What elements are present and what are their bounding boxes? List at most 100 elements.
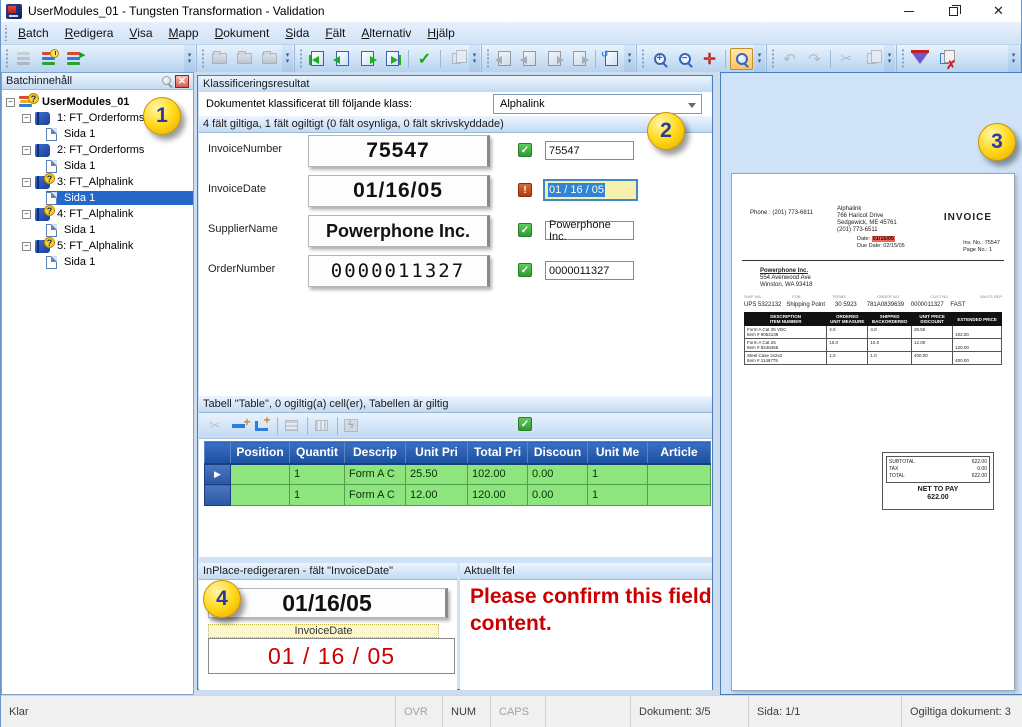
toolbar-options-chevron[interactable]: ▾▾ <box>754 45 765 72</box>
tree-row-document[interactable]: − ? 5: FT_Alphalink <box>2 238 193 254</box>
column-header-unitmeasure[interactable]: Unit Me <box>588 442 648 464</box>
undo-icon[interactable]: ↶ <box>778 48 801 70</box>
tree-row-document[interactable]: − ? 3: FT_Alphalink <box>2 174 193 190</box>
toolbar-options-chevron[interactable]: ▾▾ <box>1008 45 1019 72</box>
zoom-selection-icon[interactable] <box>730 48 753 70</box>
valid-icon: ✓ <box>518 223 532 237</box>
toolbar-options-chevron[interactable]: ▾▾ <box>624 45 635 72</box>
menu-redigera[interactable]: Redigera <box>57 23 122 43</box>
table-row[interactable]: 1 Form A C 12.00 120.00 0.00 1 <box>205 485 711 506</box>
batch-close-icon[interactable]: ▸ <box>62 48 85 70</box>
divider <box>742 260 1004 261</box>
tree-row-page[interactable]: Sida 1 <box>2 158 193 174</box>
split-document-icon[interactable] <box>445 48 468 70</box>
menu-dokument[interactable]: Dokument <box>207 23 278 43</box>
previous-document-icon[interactable] <box>331 48 354 70</box>
rotate-page-icon[interactable]: ↺ <box>600 48 623 70</box>
column-header-position[interactable]: Position <box>231 442 290 464</box>
redo-icon[interactable]: ↷ <box>803 48 826 70</box>
field-snippet-invoicedate: 01/16/05 <box>308 175 490 207</box>
column-header-quantity[interactable]: Quantit <box>290 442 345 464</box>
validate-document-icon[interactable]: ✓ <box>413 48 436 70</box>
field-input-invoicenumber[interactable]: 75547 <box>545 141 634 160</box>
tree-row-document[interactable]: − ? 4: FT_Alphalink <box>2 206 193 222</box>
first-document-icon[interactable] <box>306 48 329 70</box>
insert-column-icon[interactable] <box>251 417 271 435</box>
menu-batch[interactable]: Batch <box>10 23 57 43</box>
panel-close-icon[interactable]: ✕ <box>175 75 189 88</box>
minimize-button[interactable] <box>886 0 931 22</box>
inplace-value-input[interactable]: 01 / 16 / 05 <box>208 638 455 674</box>
fields-summary-bar: 4 fält giltiga, 1 fält ogiltigt (0 fält … <box>199 116 712 133</box>
restore-button[interactable] <box>931 0 976 22</box>
copy-icon[interactable] <box>860 48 883 70</box>
menu-alternativ[interactable]: Alternativ <box>353 23 419 43</box>
collapse-icon[interactable]: − <box>22 242 31 251</box>
table-row[interactable]: ▶ 1 Form A C 25.50 102.00 0.00 1 <box>205 464 711 485</box>
collapse-icon[interactable]: − <box>22 114 31 123</box>
insert-row-icon[interactable] <box>228 417 248 435</box>
column-header-unitprice[interactable]: Unit Pri <box>406 442 468 464</box>
menu-mapp[interactable]: Mapp <box>161 23 207 43</box>
folder-prev-icon[interactable] <box>208 48 231 70</box>
cut-icon[interactable]: ✂ <box>835 48 858 70</box>
reject-document-icon[interactable]: ✗ <box>933 48 956 70</box>
toolbar-options-chevron[interactable]: ▾▾ <box>184 45 195 72</box>
collapse-icon[interactable]: − <box>22 146 31 155</box>
field-snippet-invoicenumber: 75547 <box>308 135 490 167</box>
column-header-article[interactable]: Article <box>648 442 711 464</box>
toolbar-options-chevron[interactable]: ▾▾ <box>282 45 293 72</box>
tree-row-page[interactable]: Sida 1 <box>2 254 193 270</box>
merge-columns-icon[interactable] <box>311 417 331 435</box>
document-viewer-panel[interactable]: Phone : (201) 773-6811 Alphalink 766 Har… <box>720 72 1022 695</box>
column-header-totalprice[interactable]: Total Pri <box>468 442 528 464</box>
batch-suspend-icon[interactable] <box>37 48 60 70</box>
valid-icon: ✓ <box>518 143 532 157</box>
next-page-icon[interactable] <box>543 48 566 70</box>
tree-row-page[interactable]: Sida 1 <box>2 222 193 238</box>
tree-row-document[interactable]: − 2: FT_Orderforms <box>2 142 193 158</box>
last-page-icon[interactable] <box>568 48 591 70</box>
previous-page-icon[interactable] <box>518 48 541 70</box>
first-page-icon[interactable] <box>493 48 516 70</box>
last-document-icon[interactable] <box>381 48 404 70</box>
zoom-out-icon[interactable]: − <box>673 48 696 70</box>
row-selector[interactable] <box>205 485 231 506</box>
delete-row-icon[interactable]: ✂ <box>205 417 225 435</box>
batch-open-icon[interactable] <box>12 48 35 70</box>
table-header-row: Position Quantit Descrip Unit Pri Total … <box>205 442 711 464</box>
fit-page-icon[interactable]: ✛ <box>698 48 721 70</box>
collapse-icon[interactable]: − <box>6 98 15 107</box>
menu-sida[interactable]: Sida <box>277 23 317 43</box>
annotation-badge-1: 1 <box>143 97 181 135</box>
zoom-in-icon[interactable]: + <box>648 48 671 70</box>
toolbar-options-chevron[interactable]: ▾▾ <box>469 45 480 72</box>
row-selector-current[interactable]: ▶ <box>205 464 231 485</box>
field-snippet-ordernumber: 0000011327 <box>308 255 490 287</box>
tree-row-page-selected[interactable]: Sida 1 <box>2 190 193 206</box>
menu-hjalp[interactable]: Hjälp <box>419 23 462 43</box>
force-valid-icon[interactable] <box>908 48 931 70</box>
auto-extract-icon[interactable]: ϟ <box>341 417 361 435</box>
invoice-totals-box: SUBTOTAL622.00 TAX0.00 TOTAL622.00 NET T… <box>882 452 994 510</box>
column-header-description[interactable]: Descrip <box>345 442 406 464</box>
class-dropdown[interactable]: Alphalink <box>493 94 702 114</box>
classification-row: Dokumentet klassificerat till följande k… <box>199 92 712 116</box>
merge-rows-icon[interactable] <box>281 417 301 435</box>
toolbar-options-chevron[interactable]: ▾▾ <box>884 45 895 72</box>
field-input-suppliername[interactable]: Powerphone Inc. <box>545 221 634 240</box>
folder-next-icon[interactable] <box>258 48 281 70</box>
document-page-preview[interactable]: Phone : (201) 773-6811 Alphalink 766 Har… <box>731 173 1015 691</box>
collapse-icon[interactable]: − <box>22 210 31 219</box>
next-document-icon[interactable] <box>356 48 379 70</box>
column-header-discount[interactable]: Discoun <box>528 442 588 464</box>
field-input-invoicedate[interactable]: 01 / 16 / 05 <box>543 179 638 201</box>
field-input-ordernumber[interactable]: 0000011327 <box>545 261 634 280</box>
close-button[interactable]: ✕ <box>976 0 1021 22</box>
menu-visa[interactable]: Visa <box>121 23 160 43</box>
menu-falt[interactable]: Fält <box>317 23 353 43</box>
validation-panel: Klassificeringsresultat Dokumentet klass… <box>197 75 713 690</box>
folder-open-icon[interactable] <box>233 48 256 70</box>
pin-icon[interactable] <box>161 75 173 87</box>
collapse-icon[interactable]: − <box>22 178 31 187</box>
